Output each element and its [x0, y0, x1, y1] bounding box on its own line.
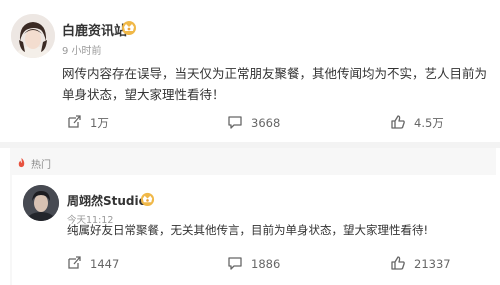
author-name[interactable]: 白鹿资讯站: [62, 20, 127, 39]
reply-like-count: 21337: [414, 257, 451, 271]
crown-badge-icon: [139, 191, 156, 206]
like-button[interactable]: 4.5万: [390, 113, 444, 133]
reply-action-bar: 1447 1886 21337: [0, 254, 500, 274]
comment-button[interactable]: 3668: [227, 113, 280, 133]
flame-icon: [16, 157, 27, 171]
repost-button[interactable]: 1万: [66, 113, 109, 133]
post-content: 网传内容存在误导，当天仅为正常朋友聚餐，其他传闻均为不实，艺人目前为单身状态，望…: [62, 66, 488, 102]
reply-repost-button[interactable]: 1447: [66, 254, 119, 274]
repost-count: 1万: [90, 116, 109, 130]
comment-icon: [227, 114, 243, 133]
comment-icon: [227, 255, 243, 274]
like-icon: [390, 114, 406, 133]
reply-comment-count: 1886: [251, 257, 281, 271]
hot-section-label: 热门: [16, 156, 51, 171]
reply-content: 纯属好友日常聚餐，无关其他传言，目前为单身状态，望大家理性看待!: [67, 223, 429, 237]
repost-icon: [66, 114, 82, 133]
reply-author-avatar[interactable]: [23, 185, 59, 221]
comment-count: 3668: [251, 116, 281, 130]
reply-author-name[interactable]: 周翊然Studio: [67, 192, 147, 209]
reply-comment-button[interactable]: 1886: [227, 254, 280, 274]
post-timestamp: 9 小时前: [62, 46, 102, 57]
hot-label-text: 热门: [31, 160, 51, 171]
author-avatar[interactable]: [11, 14, 55, 58]
reply-like-button[interactable]: 21337: [390, 254, 451, 274]
crown-badge-icon: [120, 19, 138, 35]
like-count: 4.5万: [414, 116, 444, 130]
post-action-bar: 1万 3668 4.5万: [0, 113, 500, 133]
reply-repost-count: 1447: [90, 257, 120, 271]
repost-icon: [66, 255, 82, 274]
like-icon: [390, 255, 406, 274]
